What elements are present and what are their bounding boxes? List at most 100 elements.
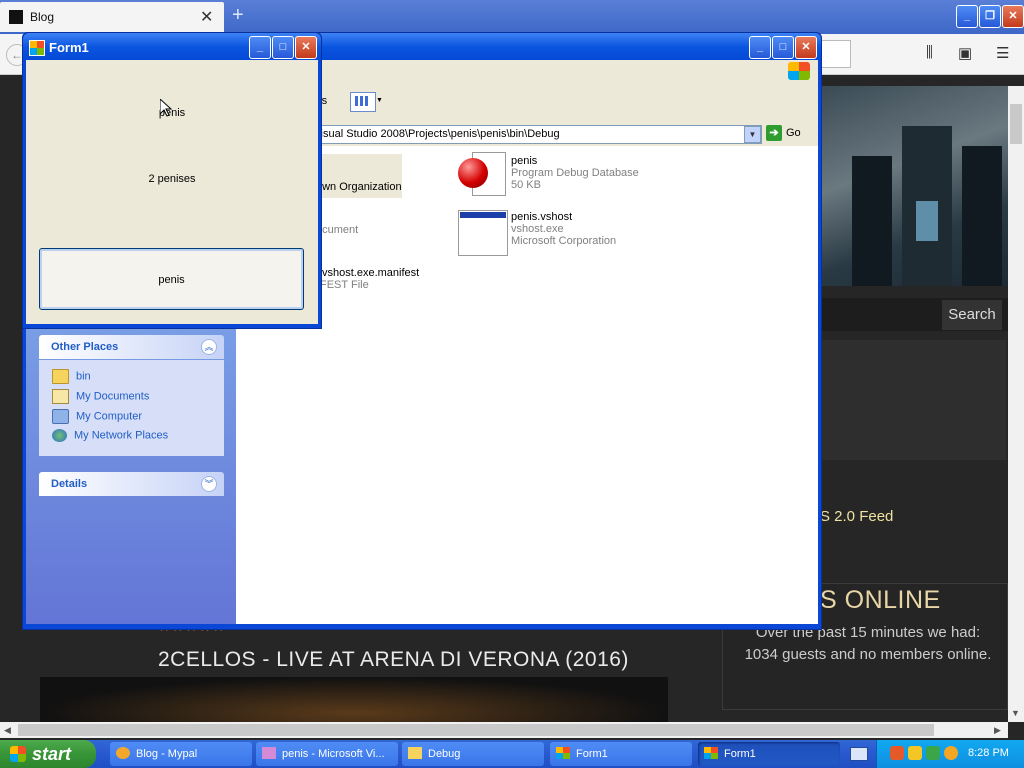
explorer-maximize-button[interactable]: □ xyxy=(772,36,794,59)
address-dropdown-icon[interactable]: ▼ xyxy=(744,126,761,143)
taskbar-item-debug[interactable]: Debug xyxy=(402,742,544,766)
form1-maximize-button[interactable]: □ xyxy=(272,36,294,59)
go-arrow-icon: ➔ xyxy=(766,125,782,141)
scroll-right-icon[interactable]: ▶ xyxy=(994,725,1001,736)
library-icon[interactable]: ⫼ xyxy=(926,44,933,61)
taskbar-item-label: Debug xyxy=(428,748,461,760)
new-tab-icon[interactable]: + xyxy=(232,4,244,27)
folder-icon xyxy=(408,747,422,759)
file-item-pdb[interactable]: penis Program Debug Database 50 KB xyxy=(511,155,639,191)
other-places-header[interactable]: Other Places xyxy=(39,335,224,359)
explorer-minimize-button[interactable]: _ xyxy=(749,36,771,59)
file-sub: ocument xyxy=(316,224,359,236)
menu-icon[interactable]: ☰ xyxy=(996,44,1009,62)
other-places-title: Other Places xyxy=(51,341,119,353)
form1-penis-button[interactable]: penis xyxy=(39,248,304,310)
vertical-scroll-thumb[interactable] xyxy=(1010,104,1022,144)
file-type: Program Debug Database xyxy=(511,167,639,179)
other-places-item-my-computer[interactable]: My Computer xyxy=(52,409,142,424)
windows-flag-icon xyxy=(10,746,26,762)
expand-chevron-icon[interactable]: ︾ xyxy=(201,476,217,492)
form1-close-button[interactable]: ✕ xyxy=(295,36,317,59)
go-button[interactable]: ➔ Go xyxy=(766,125,801,141)
form1-minimize-button[interactable]: _ xyxy=(249,36,271,59)
other-places-item-my-documents[interactable]: My Documents xyxy=(52,389,149,404)
file-name: vshost.exe.manifest xyxy=(322,267,420,279)
sidebar-icon[interactable]: ▣ xyxy=(958,44,972,62)
file-company: Microsoft Corporation xyxy=(511,235,617,247)
file-size: 50 KB xyxy=(511,179,541,191)
horizontal-scroll-thumb[interactable] xyxy=(18,724,934,736)
network-icon[interactable] xyxy=(926,746,940,760)
tray-app-icon[interactable] xyxy=(890,746,904,760)
taskbar-item-form1-active[interactable]: Form1 xyxy=(698,742,840,766)
file-name: penis xyxy=(511,155,538,167)
details-header[interactable]: Details xyxy=(39,472,224,496)
taskbar-item-label: Blog - Mypal xyxy=(136,748,198,760)
whos-online-heading: S ONLINE xyxy=(820,586,941,614)
scroll-left-icon[interactable]: ◀ xyxy=(4,725,11,736)
sidebar-module xyxy=(822,340,1006,460)
form-icon xyxy=(704,747,718,759)
tab-favicon-icon xyxy=(9,10,23,24)
pdb-file-icon[interactable] xyxy=(458,150,506,198)
form-icon xyxy=(29,40,45,56)
start-label: start xyxy=(32,744,72,764)
other-places-item-label: bin xyxy=(76,370,91,383)
taskbar-item-blog[interactable]: Blog - Mypal xyxy=(110,742,252,766)
tab-close-icon[interactable]: ✕ xyxy=(200,7,213,27)
browser-search-field[interactable] xyxy=(822,40,851,68)
article-title[interactable]: 2CELLOS - LIVE AT ARENA DI VERONA (2016) xyxy=(158,648,629,672)
taskbar-item-visual-studio[interactable]: penis - Microsoft Vi... xyxy=(256,742,398,766)
other-places-item-bin[interactable]: bin xyxy=(52,369,91,384)
page-vertical-scrollbar[interactable] xyxy=(1008,86,1024,722)
start-button[interactable]: start xyxy=(0,740,96,768)
site-search-button[interactable]: Search xyxy=(942,300,1002,330)
file-item-vshost[interactable]: penis.vshost vshost.exe Microsoft Corpor… xyxy=(511,211,616,247)
file-type: vshost.exe xyxy=(511,223,564,235)
hero-image xyxy=(822,86,1008,286)
my-computer-icon xyxy=(52,409,69,424)
go-label: Go xyxy=(786,126,801,139)
network-places-icon xyxy=(52,429,67,442)
taskbar-item-form1[interactable]: Form1 xyxy=(550,742,692,766)
shield-icon[interactable] xyxy=(908,746,922,760)
taskbar-item-label: Form1 xyxy=(724,748,756,760)
file-sub: own Organization xyxy=(316,181,402,193)
scroll-down-icon[interactable]: ▼ xyxy=(1011,708,1020,718)
file-item[interactable]: own Organization xyxy=(316,181,402,193)
other-places-item-label: My Documents xyxy=(76,390,150,403)
article-video[interactable] xyxy=(40,677,668,722)
browser-close-button[interactable]: ✕ xyxy=(1002,5,1024,28)
windows-logo-icon xyxy=(788,62,810,80)
browser-minimize-button[interactable]: _ xyxy=(956,5,978,28)
collapse-chevron-icon[interactable]: ︽ xyxy=(201,339,217,355)
browser-restore-button[interactable]: ❐ xyxy=(979,5,1001,28)
other-places-item-label: My Computer xyxy=(76,410,143,423)
explorer-menu-bar xyxy=(236,60,818,82)
form1-label-2: 2 penises xyxy=(148,173,196,185)
details-title: Details xyxy=(51,478,88,490)
visual-studio-icon xyxy=(262,747,276,759)
form1-label-1: penis xyxy=(158,107,186,119)
my-documents-icon xyxy=(52,389,69,404)
exe-file-icon[interactable] xyxy=(458,210,508,256)
file-type: FEST File xyxy=(320,279,369,291)
keyboard-icon[interactable] xyxy=(850,747,868,761)
views-icon[interactable] xyxy=(350,92,376,112)
views-dropdown-icon[interactable]: ▼ xyxy=(376,97,383,104)
file-item-manifest[interactable]: vshost.exe.manifest FEST File xyxy=(320,267,420,291)
other-places-item-network[interactable]: My Network Places xyxy=(52,429,168,442)
search-icon[interactable] xyxy=(944,746,958,760)
form-icon xyxy=(556,747,570,759)
browser-icon xyxy=(116,747,130,759)
form1-title: Form1 xyxy=(49,40,89,55)
explorer-close-button[interactable]: ✕ xyxy=(795,36,817,59)
clock[interactable]: 8:28 PM xyxy=(968,747,1009,759)
folder-icon xyxy=(52,369,69,384)
browser-tab[interactable]: Blog ✕ xyxy=(0,2,224,32)
file-item[interactable]: ocument xyxy=(316,224,358,236)
file-name: penis.vshost xyxy=(511,211,573,223)
other-places-item-label: My Network Places xyxy=(74,429,169,442)
feed-link[interactable]: S 2.0 Feed xyxy=(820,508,893,525)
